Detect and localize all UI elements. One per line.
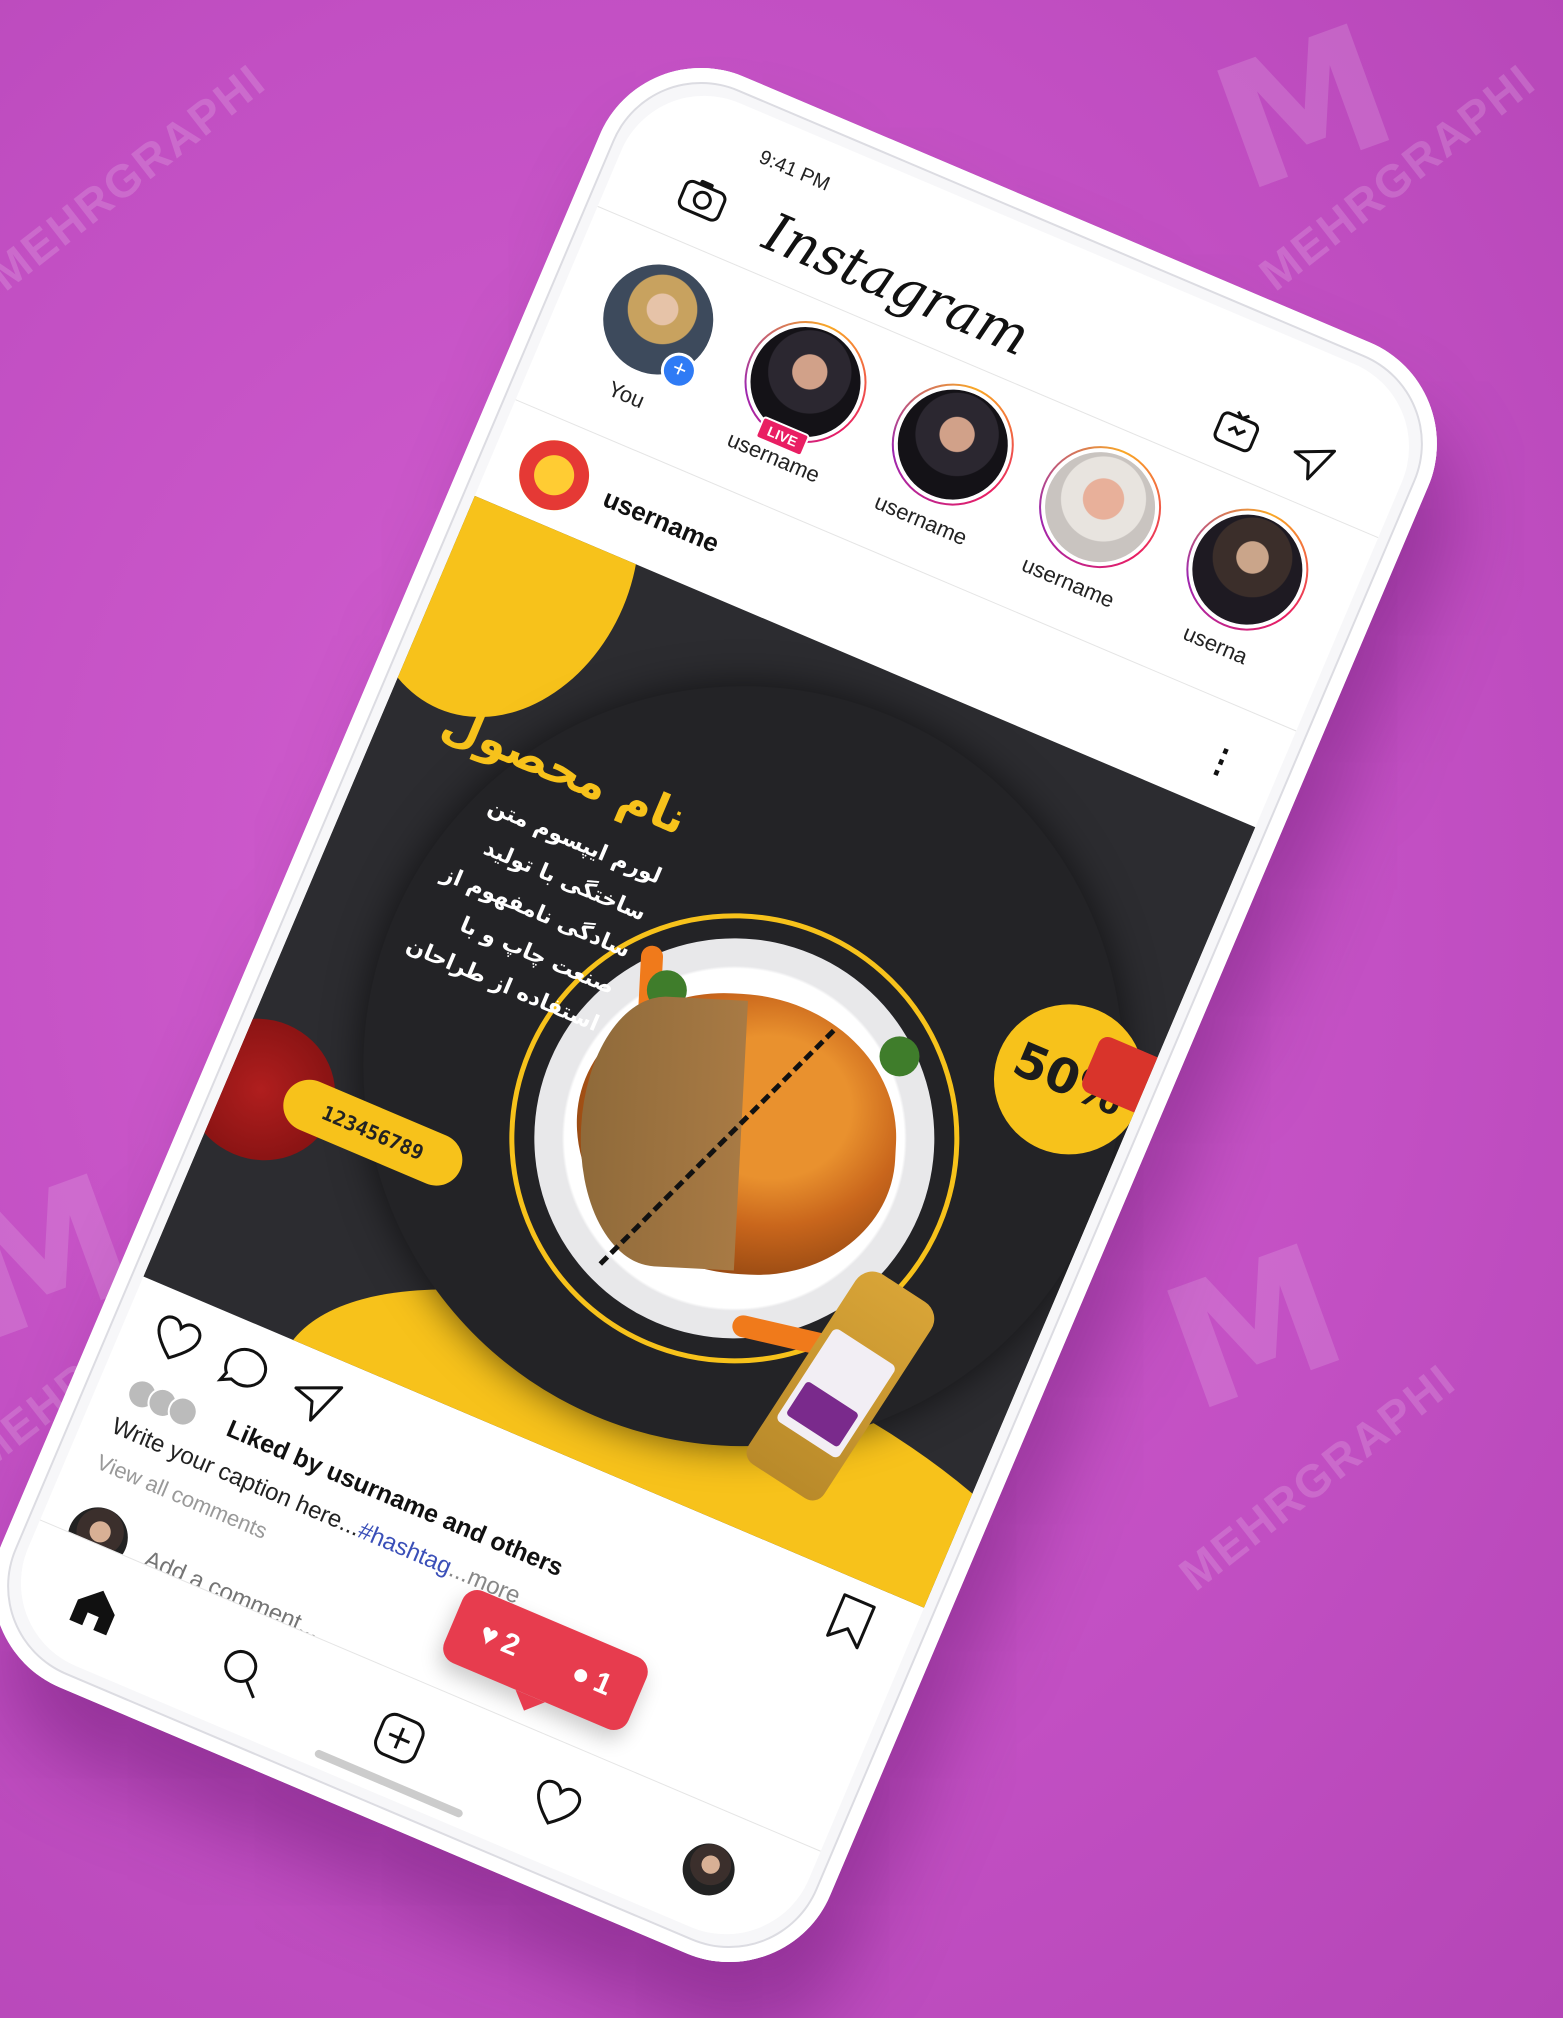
story-item[interactable]: LIVE username (704, 299, 894, 497)
story-item[interactable]: username (851, 361, 1041, 559)
post-username[interactable]: username (598, 483, 724, 560)
share-send-icon[interactable] (281, 1366, 347, 1432)
new-post-icon[interactable] (365, 1704, 433, 1772)
phone-mockup: 9:41 PM Instagram + You LIVE username us… (0, 33, 1472, 1997)
phone-screen: 9:41 PM Instagram + You LIVE username us… (0, 67, 1438, 1963)
camera-icon[interactable] (673, 171, 733, 227)
search-icon[interactable] (209, 1638, 277, 1706)
story-you[interactable]: + You (557, 236, 747, 434)
direct-message-icon[interactable] (1282, 432, 1340, 490)
comment-bubble-icon[interactable] (212, 1337, 278, 1403)
story-item[interactable]: username (999, 424, 1189, 622)
activity-heart-icon[interactable] (522, 1770, 590, 1838)
post-avatar[interactable] (508, 429, 601, 522)
igtv-icon[interactable] (1209, 403, 1265, 457)
like-heart-icon[interactable] (143, 1307, 209, 1373)
more-options-icon[interactable]: ⋮ (1198, 737, 1245, 787)
home-icon[interactable] (61, 1575, 129, 1643)
watermark-logo: M (1141, 1207, 1368, 1451)
watermark-text: MEHRGRAPHI (0, 53, 275, 301)
profile-avatar-icon[interactable] (674, 1835, 743, 1904)
story-item[interactable]: userna (1146, 486, 1336, 684)
